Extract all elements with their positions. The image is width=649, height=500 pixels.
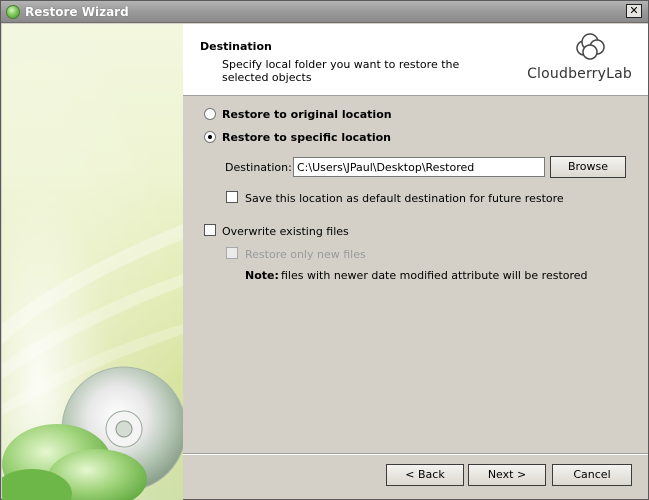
overwrite-checkbox[interactable] [204,224,216,236]
cloud-logo-icon [576,33,605,60]
close-icon[interactable]: ✕ [626,4,642,18]
destination-input[interactable] [293,157,545,177]
restore-specific-radio[interactable] [204,131,216,143]
window-title: Restore Wizard [25,5,129,19]
save-default-label[interactable]: Save this location as default destinatio… [245,192,564,205]
wizard-side-banner [2,24,183,500]
browse-button[interactable]: Browse [550,156,626,178]
cd-disc-icon [2,24,183,500]
back-button[interactable]: < Back [386,464,464,486]
restore-only-new-label: Restore only new files [245,248,366,261]
restore-wizard-window: Restore Wizard ✕ Destination Specify loc… [0,0,649,500]
next-button[interactable]: Next > [468,464,546,486]
overwrite-label[interactable]: Overwrite existing files [222,225,349,238]
restore-only-new-checkbox [226,247,238,259]
cancel-button[interactable]: Cancel [552,464,632,486]
restore-specific-label[interactable]: Restore to specific location [222,131,391,144]
note-label: Note: [245,269,279,282]
destination-label: Destination: [225,161,292,174]
title-bar[interactable]: Restore Wizard ✕ [1,1,648,23]
footer-divider [183,453,648,455]
wizard-header: Destination Specify local folder you wan… [183,24,648,96]
save-default-checkbox[interactable] [226,191,238,203]
wizard-content: Restore to original location Restore to … [183,97,648,453]
restore-original-radio[interactable] [204,108,216,120]
note-text: files with newer date modified attribute… [281,269,588,282]
page-subtitle: Specify local folder you want to restore… [222,58,460,84]
restore-original-label[interactable]: Restore to original location [222,108,392,121]
logo-text: CloudberryLab [527,66,632,82]
page-title: Destination [200,40,272,53]
app-icon [6,5,20,19]
